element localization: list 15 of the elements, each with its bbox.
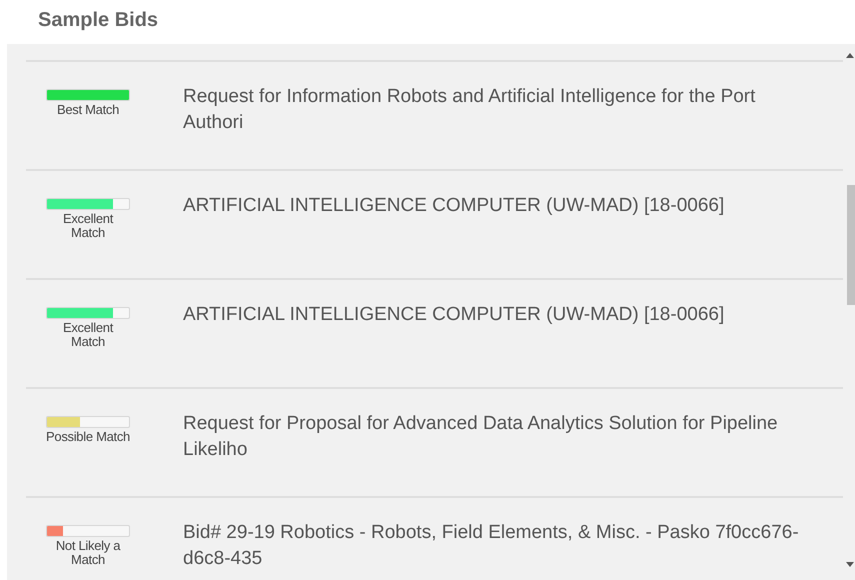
scroll-up-icon[interactable] — [846, 53, 854, 58]
match-label: Best Match — [56, 103, 120, 117]
bid-title[interactable]: Bid# 29-19 Robotics - Robots, Field Elements, & Misc. - Pasko 7f0cc676-d6c8-435 — [183, 520, 803, 572]
scrollbar[interactable] — [845, 44, 855, 580]
match-label: Excellent Match — [62, 321, 114, 349]
scrollbar-thumb[interactable] — [847, 185, 855, 305]
bid-title[interactable]: Request for Proposal for Advanced Data Analytics Solution for Pipeline Likeliho — [183, 411, 803, 463]
bid-title[interactable]: ARTIFICIAL INTELLIGENCE COMPUTER (UW-MAD) [18-0066] — [183, 193, 803, 219]
match-label: Not Likely a Match — [54, 539, 122, 567]
bid-title[interactable]: ARTIFICIAL INTELLIGENCE COMPUTER (UW-MAD) [18-0066] — [183, 302, 803, 328]
bid-title[interactable]: Request for Information Robots and Artificial Intelligence for the Port Authori — [183, 84, 803, 136]
match-label: Possible Match — [46, 430, 130, 444]
section-title: Sample Bids — [38, 9, 158, 31]
scroll-down-icon[interactable] — [846, 562, 854, 567]
match-label: Excellent Match — [62, 212, 114, 240]
